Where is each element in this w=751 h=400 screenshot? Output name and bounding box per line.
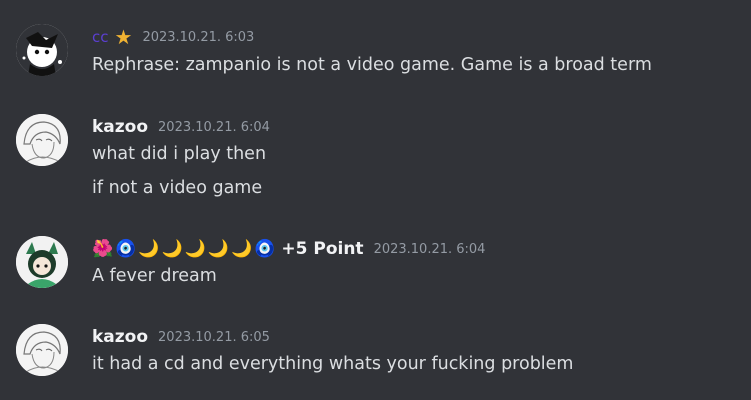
crescent-moon-icon: 🌙	[184, 238, 206, 259]
message-text: what did i play then	[92, 144, 267, 164]
message-header: 🌺 🧿 🌙 🌙 🌙 🌙 🌙 🧿 +5 Point 2023.10.21. 6:0…	[92, 236, 485, 262]
nazar-amulet-icon: 🧿	[254, 238, 276, 259]
avatar[interactable]	[16, 24, 68, 76]
username[interactable]: +5 Point	[281, 239, 363, 259]
nazar-amulet-icon: 🧿	[115, 238, 137, 259]
crescent-moon-icon: 🌙	[207, 238, 230, 259]
avatar[interactable]	[16, 236, 68, 288]
star-icon: ★	[114, 25, 133, 49]
avatar-image-icon	[16, 24, 68, 76]
message-header: kazoo 2023.10.21. 6:05	[92, 324, 270, 350]
message-text: it had a cd and everything whats your fu…	[92, 354, 574, 374]
message-text: Rephrase: zampanio is not a video game. …	[92, 55, 652, 75]
username[interactable]: kazoo	[92, 327, 148, 347]
message-header: cc ★ 2023.10.21. 6:03	[92, 24, 254, 50]
username[interactable]: cc	[92, 28, 109, 46]
crescent-moon-icon: 🌙	[138, 238, 160, 259]
hibiscus-icon: 🌺	[92, 238, 114, 259]
username[interactable]: kazoo	[92, 117, 148, 137]
avatar[interactable]	[16, 324, 68, 376]
timestamp[interactable]: 2023.10.21. 6:04	[374, 242, 486, 257]
avatar-image-icon	[16, 114, 68, 166]
timestamp[interactable]: 2023.10.21. 6:04	[158, 120, 270, 135]
timestamp[interactable]: 2023.10.21. 6:03	[142, 30, 254, 45]
timestamp[interactable]: 2023.10.21. 6:05	[158, 330, 270, 345]
message-text: if not a video game	[92, 178, 263, 198]
avatar-image-icon	[16, 324, 68, 376]
message-header: kazoo 2023.10.21. 6:04	[92, 114, 270, 140]
message-text: A fever dream	[92, 266, 217, 286]
emoji-prefix: 🌺 🧿 🌙 🌙 🌙 🌙 🌙 🧿	[92, 238, 276, 259]
crescent-moon-icon: 🌙	[231, 238, 253, 259]
crescent-moon-icon: 🌙	[161, 238, 183, 259]
avatar-image-icon	[16, 236, 68, 288]
avatar[interactable]	[16, 114, 68, 166]
